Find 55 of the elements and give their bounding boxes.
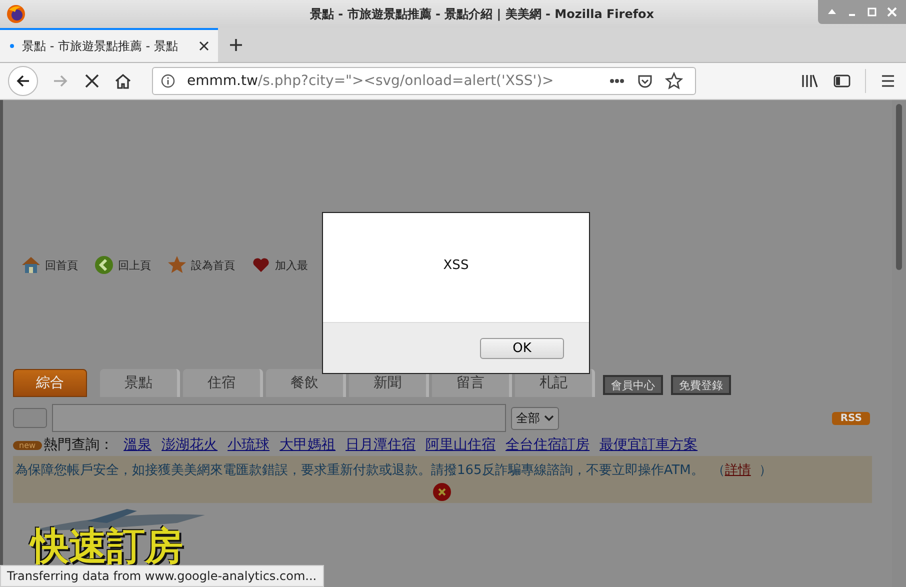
house-icon bbox=[21, 255, 41, 275]
caret-icon bbox=[544, 414, 554, 422]
info-icon bbox=[161, 74, 175, 88]
category-select[interactable]: 全部 bbox=[511, 406, 559, 430]
status-bar: Transferring data from www.google-analytics.com... bbox=[0, 565, 324, 587]
hot-search-link[interactable]: 日月潭住宿 bbox=[346, 436, 416, 454]
sidebar-icon[interactable] bbox=[833, 73, 851, 89]
search-field[interactable] bbox=[52, 404, 506, 432]
nav-link[interactable]: 回上頁 bbox=[94, 255, 151, 275]
category-tab[interactable]: 餐飲 bbox=[266, 369, 346, 397]
new-tab-icon[interactable] bbox=[228, 37, 244, 53]
paren-text: （ bbox=[712, 462, 725, 479]
nav-link[interactable]: 加入最 bbox=[251, 255, 308, 275]
back-button[interactable] bbox=[8, 66, 38, 96]
nav-link[interactable]: 回首頁 bbox=[21, 255, 78, 275]
tab-title: 景點 - 市旅遊景點推薦 - 景點 bbox=[22, 38, 179, 54]
url-text: emmm.tw/s.php?city="><svg/onload=alert('XSS')> bbox=[187, 73, 554, 89]
star-icon[interactable] bbox=[665, 72, 683, 90]
rss-badge[interactable]: RSS bbox=[832, 412, 870, 424]
paren-text: ） bbox=[758, 462, 772, 479]
hot-search-link[interactable]: 澎湖花火 bbox=[162, 436, 218, 454]
pocket-icon[interactable] bbox=[637, 73, 653, 89]
member-button[interactable]: 免費登錄 bbox=[671, 375, 731, 395]
browser-tab[interactable]: 景點 - 市旅遊景點推薦 - 景點 bbox=[0, 28, 218, 62]
category-tab[interactable]: 景點 bbox=[100, 369, 180, 397]
member-button[interactable]: 會員中心 bbox=[603, 375, 663, 395]
firefox-logo-icon bbox=[6, 4, 26, 24]
address-bar[interactable]: emmm.tw/s.php?city="><svg/onload=alert('XSS')> bbox=[152, 67, 696, 95]
category-tab[interactable]: 綜合 bbox=[13, 369, 87, 397]
hot-search-link[interactable]: 小琉球 bbox=[228, 436, 270, 454]
close-icon[interactable] bbox=[198, 40, 210, 52]
back-circle-icon bbox=[94, 255, 114, 275]
hot-search-link[interactable]: 全台住宿訂房 bbox=[506, 436, 590, 454]
details-link[interactable]: 詳情 bbox=[724, 461, 751, 479]
hot-search-link[interactable]: 最便宜訂車方案 bbox=[600, 436, 698, 454]
hot-search-link[interactable]: 阿里山住宿 bbox=[426, 436, 496, 454]
alert-message: XSS bbox=[443, 258, 469, 275]
ok-button[interactable]: OK bbox=[480, 338, 564, 358]
stop-icon[interactable] bbox=[84, 73, 100, 89]
more-dots-icon[interactable] bbox=[609, 78, 625, 84]
nav-link[interactable]: 設為首頁 bbox=[167, 255, 235, 275]
heart-icon bbox=[251, 255, 271, 275]
library-icon[interactable] bbox=[801, 73, 819, 89]
new-badge: new bbox=[13, 440, 42, 450]
star-icon bbox=[167, 255, 187, 275]
notice-text: 為保障您帳戶安全，如接獲美美網來電匯款錯誤，要求重新付款或退款。請撥165反詐騙專線諮詢，不要立即操作ATM。 bbox=[15, 462, 704, 479]
hot-search-link[interactable]: 大甲媽祖 bbox=[280, 436, 336, 454]
category-tab[interactable]: 住宿 bbox=[183, 369, 263, 397]
home-icon[interactable] bbox=[114, 73, 132, 89]
hot-search-link[interactable]: 溫泉 bbox=[124, 436, 152, 454]
back-arrow-icon bbox=[15, 73, 31, 89]
scrollbar-thumb[interactable] bbox=[896, 104, 902, 270]
hot-search-label: 熱門查詢： bbox=[44, 436, 114, 454]
menu-icon[interactable] bbox=[880, 73, 896, 89]
window-title: 景點 - 市旅遊景點推薦 - 景點介紹 | 美美網 - Mozilla Firefox bbox=[308, 6, 656, 22]
